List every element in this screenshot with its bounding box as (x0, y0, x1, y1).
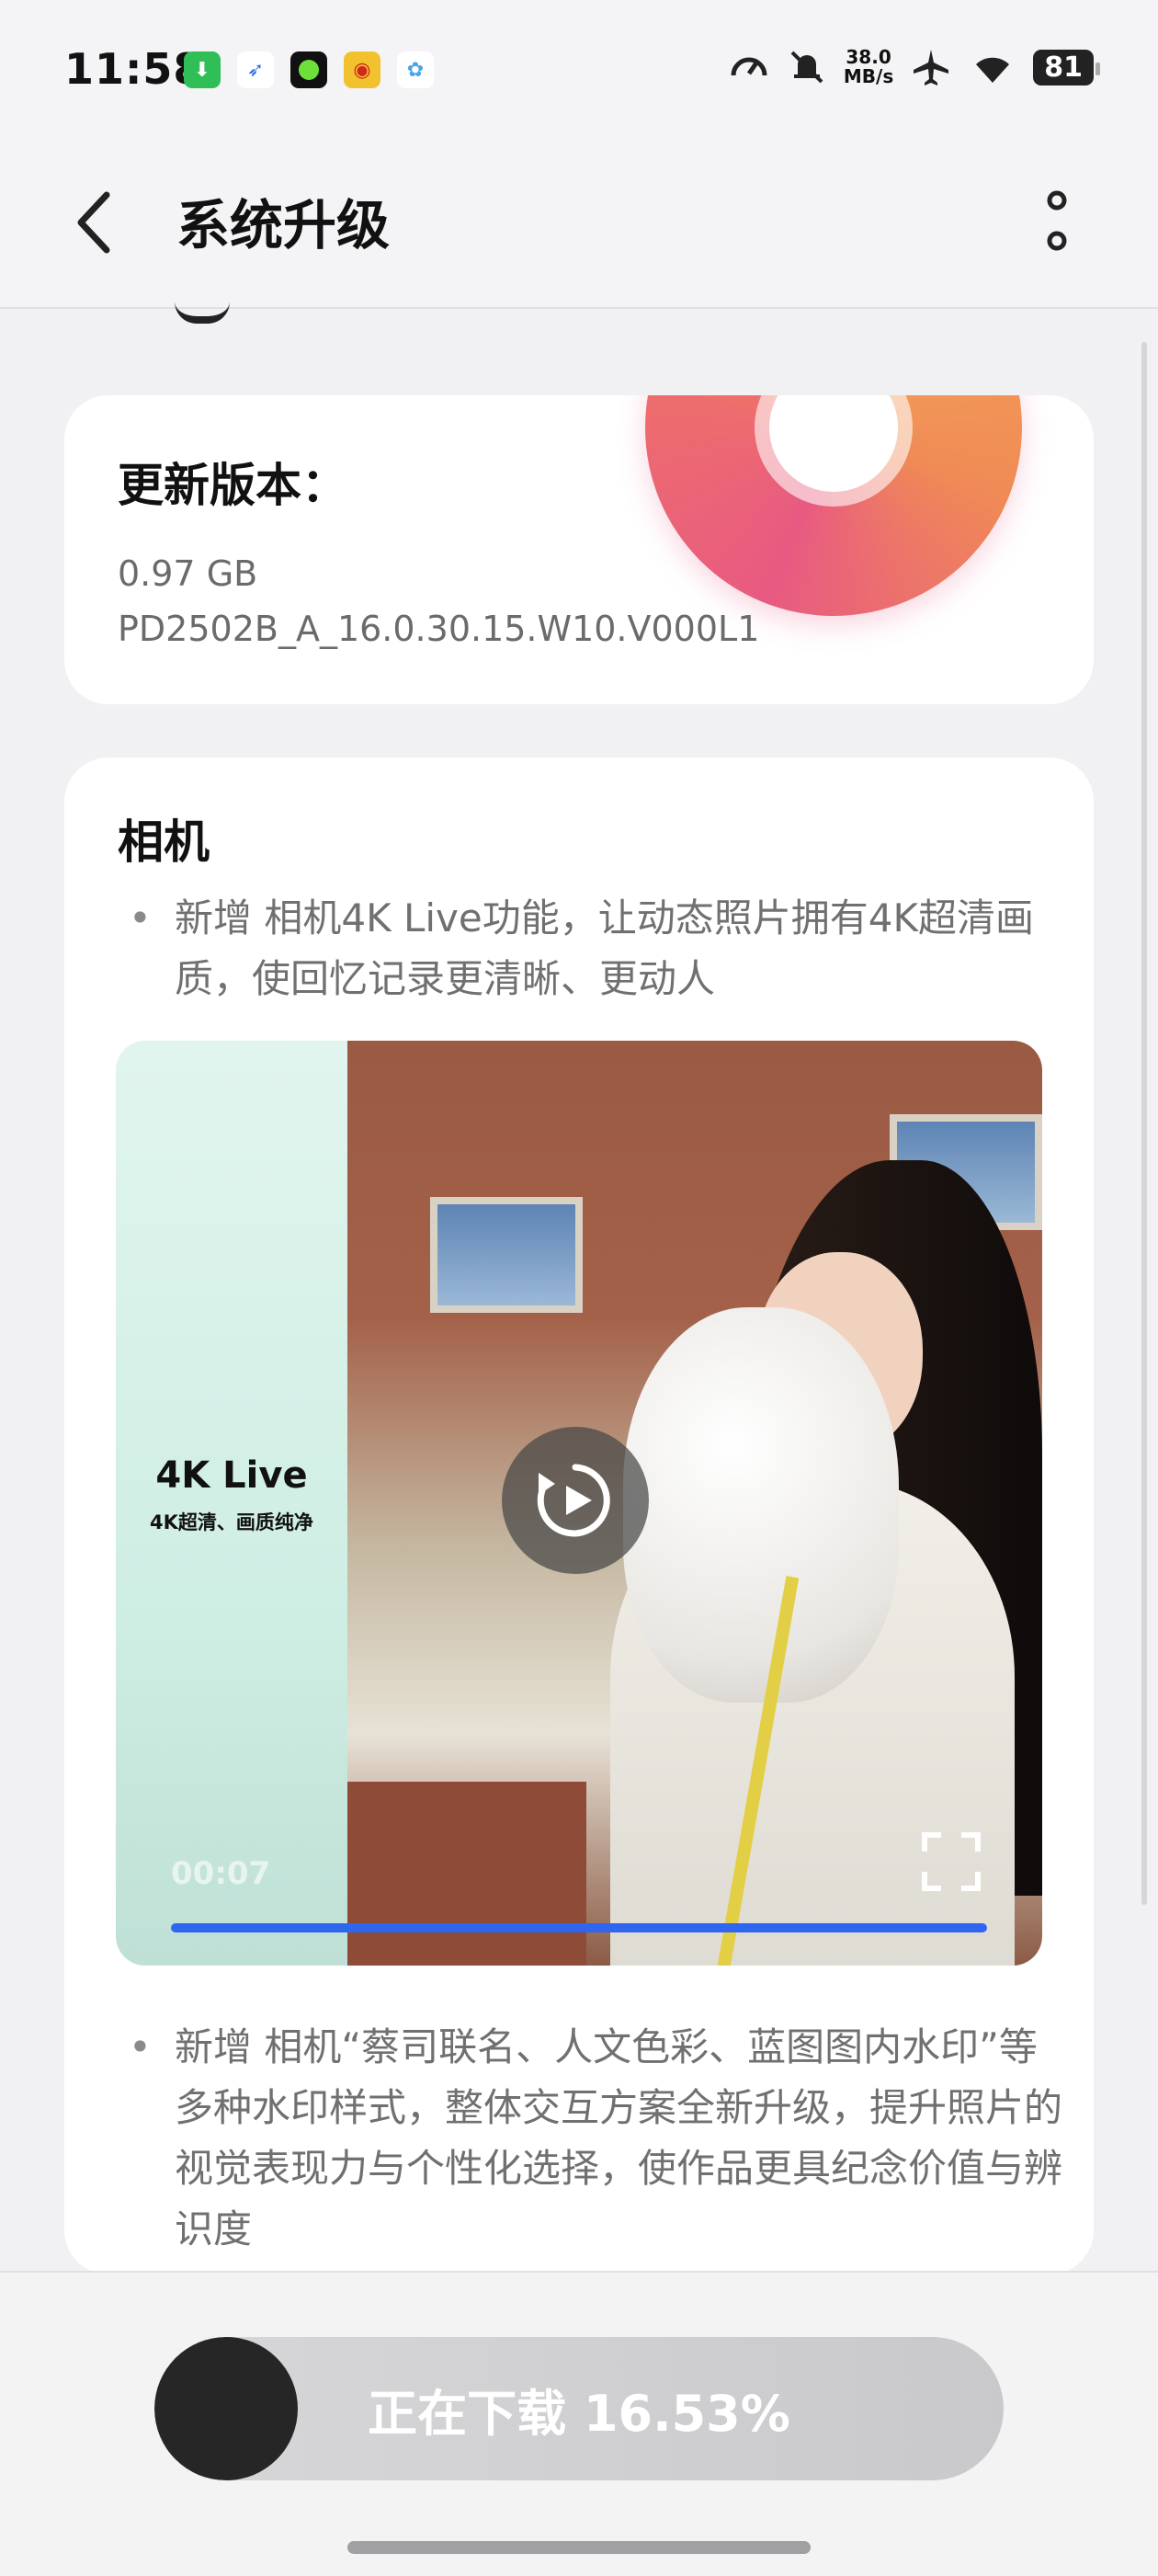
bottom-action-bar: 正在下载 16.53% (0, 2271, 1158, 2576)
building-window (430, 1197, 583, 1313)
feature-video[interactable]: 4K Live 4K超清、画质纯净 00:07 (116, 1041, 1042, 1966)
video-time: 00:07 (171, 1855, 271, 1892)
notification-app-icons: ⬇ ➶ ◉ ✿ (184, 51, 434, 88)
video-title-panel: 4K Live 4K超清、画质纯净 (116, 1041, 347, 1966)
video-progress-fill (171, 1923, 987, 1932)
speedometer-icon (731, 57, 767, 76)
camera-features-card: 相机 新增 相机4K Live功能，让动态照片拥有4K超清画质，使回忆记录更清晰… (64, 758, 1094, 2274)
page-title: 系统升级 (176, 194, 391, 256)
battery-icon: 81 (1033, 49, 1100, 85)
more-options-icon[interactable] (1039, 189, 1075, 256)
update-version-title: 更新版本： (118, 459, 347, 512)
video-title: 4K Live (155, 1454, 308, 1497)
scrollbar[interactable] (1141, 342, 1147, 1905)
weibo-icon: ◉ (344, 51, 380, 88)
download-status-label: 正在下载 16.53% (368, 2384, 790, 2443)
cloud-app-icon: ✿ (397, 51, 434, 88)
scrolled-content-fragment (175, 302, 230, 324)
feature-bullet: 新增 相机4K Live功能，让动态照片拥有4K超清画质，使回忆记录更清晰、更动… (129, 888, 1066, 1009)
bird-app-icon: ➶ (237, 51, 274, 88)
update-info-card: 更新版本： 0.97 GB PD2502B_A_16.0.30.15.W10.V… (64, 395, 1094, 704)
status-bar: 11:58 ⬇ ➶ ◉ ✿ 38.0 MB/s 81 (0, 0, 1158, 138)
network-speed-unit: MB/s (843, 65, 894, 87)
network-speed-value: 38.0 (846, 46, 891, 68)
video-subtitle: 4K超清、画质纯净 (150, 1511, 313, 1533)
brick-wall (347, 1782, 586, 1966)
replay-button[interactable] (502, 1427, 649, 1574)
wifi-icon (976, 57, 1010, 83)
section-title-camera: 相机 (118, 815, 210, 869)
mute-bell-icon (790, 51, 823, 84)
airplane-icon (914, 50, 949, 85)
update-version-string: PD2502B_A_16.0.30.15.W10.V000L1 (118, 609, 760, 649)
update-disc-graphic (645, 395, 1022, 616)
green-dot-app-icon (290, 51, 327, 88)
home-indicator[interactable] (347, 2541, 811, 2554)
download-progress-button[interactable]: 正在下载 16.53% (154, 2337, 1004, 2480)
system-status-icons: 38.0 MB/s 81 (728, 46, 1100, 88)
status-time: 11:58 (64, 44, 204, 94)
back-button[interactable] (70, 186, 125, 259)
video-frame-image (347, 1041, 1042, 1966)
feature-bullet: 新增 相机“蔡司联名、人文色彩、蓝图图内水印”等多种水印样式，整体交互方案全新升… (129, 2017, 1066, 2260)
network-speed: 38.0 MB/s (844, 48, 893, 86)
page-header: 系统升级 (0, 138, 1158, 309)
video-progress-track[interactable] (171, 1923, 987, 1932)
replay-icon (537, 1464, 610, 1537)
white-dog (623, 1307, 899, 1703)
update-size: 0.97 GB (118, 553, 258, 594)
download-app-icon: ⬇ (184, 51, 221, 88)
fullscreen-icon[interactable] (921, 1831, 982, 1892)
